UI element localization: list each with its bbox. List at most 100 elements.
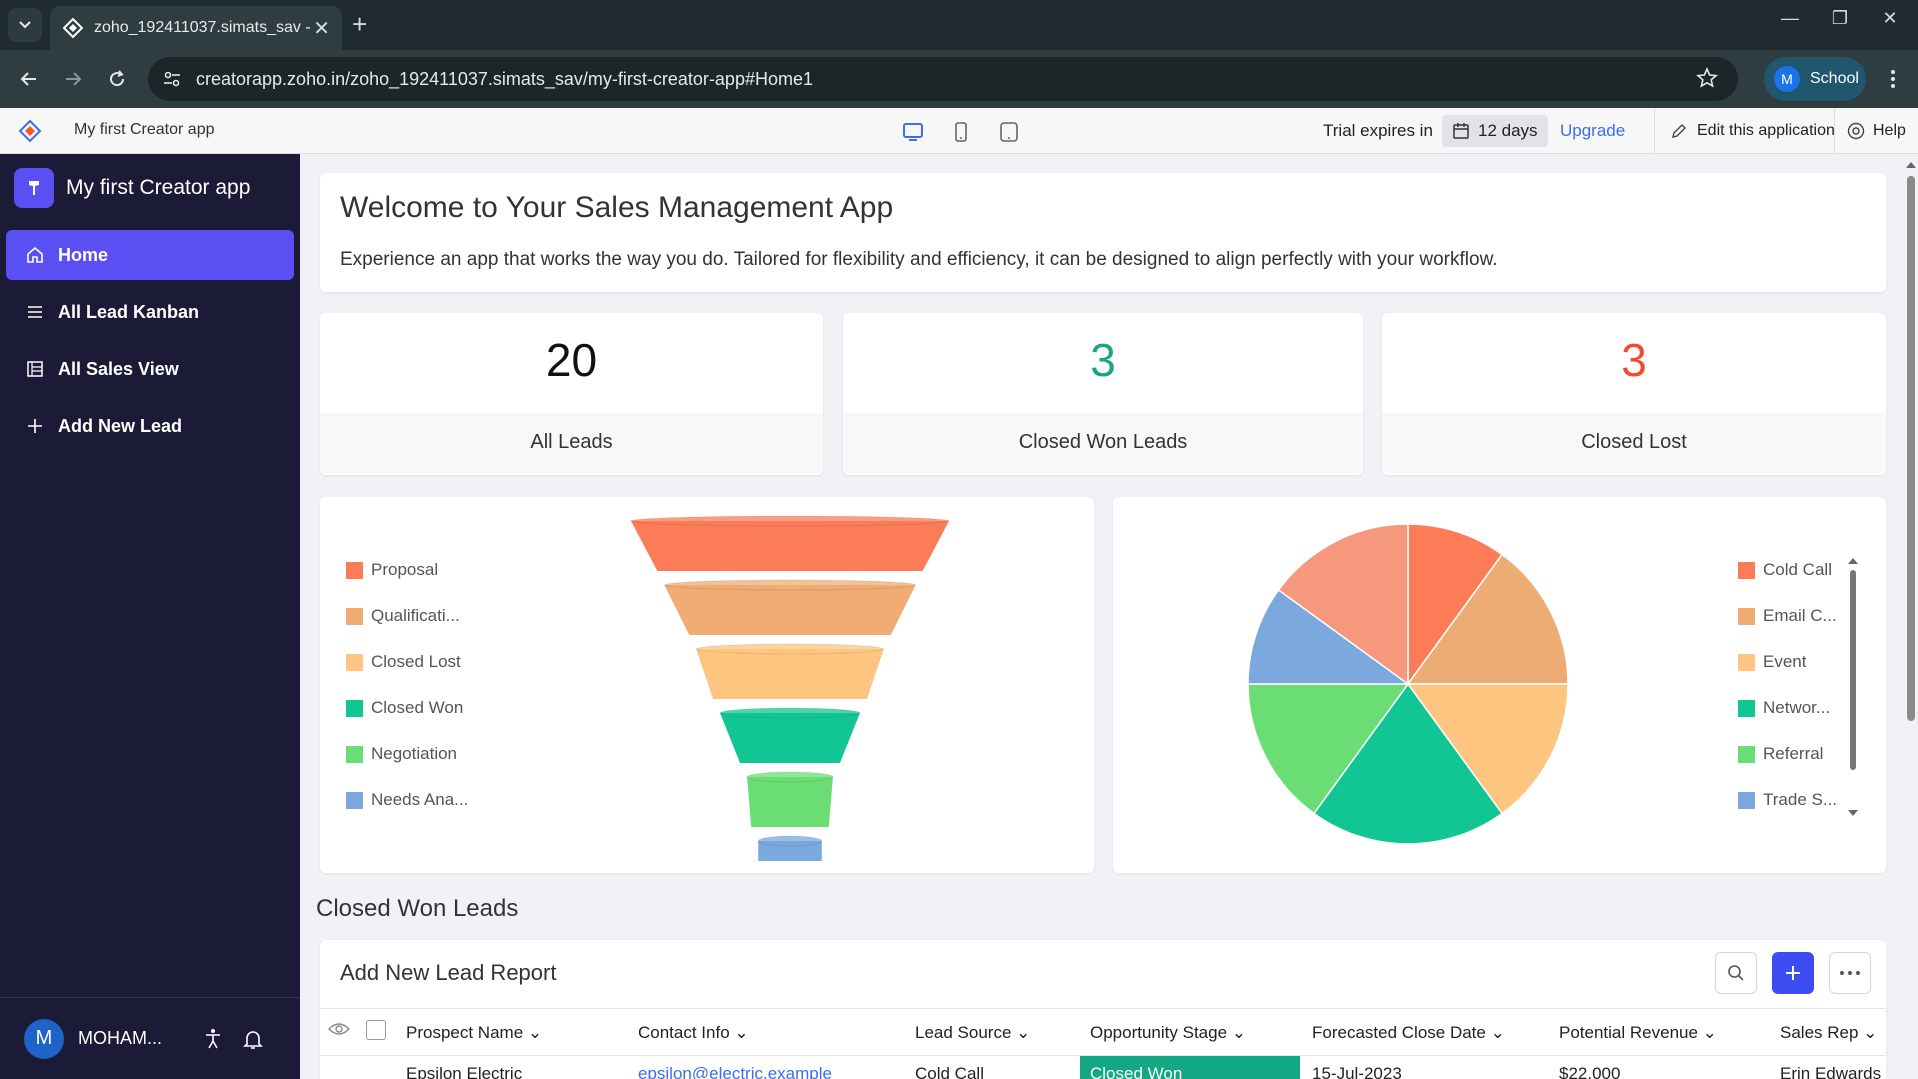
legend-item[interactable]: Referral <box>1738 731 1837 777</box>
kpi-card-closed-lost[interactable]: 3 Closed Lost <box>1382 313 1886 475</box>
site-settings-icon[interactable] <box>162 69 182 89</box>
cell-source: Cold Call <box>915 1064 984 1079</box>
sheet-icon <box>27 361 43 377</box>
sidebar-item-home[interactable]: Home <box>6 230 294 280</box>
legend-item[interactable]: Needs Ana... <box>346 777 468 823</box>
cell-close-date: 15-Jul-2023 <box>1312 1064 1402 1079</box>
close-window-icon[interactable]: ✕ <box>1870 8 1910 29</box>
funnel-segment[interactable] <box>630 515 950 571</box>
back-arrow-icon <box>20 72 36 86</box>
user-name[interactable]: MOHAM... <box>78 1028 188 1049</box>
help-label: Help <box>1873 121 1906 139</box>
browser-menu-button[interactable] <box>1880 64 1906 94</box>
legend-item[interactable]: Trade S... <box>1738 777 1837 823</box>
trial-days-text: 12 days <box>1478 121 1538 140</box>
report-more-button[interactable] <box>1829 952 1871 994</box>
desktop-view-button[interactable] <box>899 118 927 146</box>
column-header[interactable]: Potential Revenue ⌄ <box>1559 1023 1717 1043</box>
column-header[interactable]: Contact Info ⌄ <box>638 1023 749 1043</box>
legend-item[interactable]: Qualificati... <box>346 593 468 639</box>
sidebar-item-label: All Sales View <box>58 358 179 379</box>
browser-tab[interactable]: zoho_192411037.simats_sav - Zoho Creator… <box>50 6 342 50</box>
legend-item[interactable]: Closed Lost <box>346 639 468 685</box>
plus-icon <box>1786 966 1800 980</box>
tab-title: zoho_192411037.simats_sav - Zoho Creator <box>93 19 313 36</box>
legend-item[interactable]: Cold Call <box>1738 547 1837 593</box>
reload-button[interactable] <box>102 64 132 94</box>
notification-bell-icon[interactable] <box>238 1028 268 1050</box>
kpi-value: 3 <box>1090 334 1116 386</box>
sidebar-item-add-new-lead[interactable]: Add New Lead <box>6 401 294 451</box>
chevron-down-icon: ⌄ <box>1702 1023 1717 1042</box>
legend-item[interactable]: Networ... <box>1738 685 1837 731</box>
report-search-button[interactable] <box>1715 952 1757 994</box>
column-header[interactable]: Opportunity Stage ⌄ <box>1090 1023 1246 1043</box>
url-text: creatorapp.zoho.in/zoho_192411037.simats… <box>196 68 813 89</box>
legend-item[interactable]: Negotiation <box>346 731 468 777</box>
cell-revenue: $22,000 <box>1559 1064 1621 1079</box>
pie-legend: Cold Call Email C... Event Networ... Ref… <box>1738 547 1837 823</box>
chevron-down-icon: ⌄ <box>1863 1023 1878 1042</box>
legend-item[interactable]: Closed Won <box>346 685 468 731</box>
close-tab-icon[interactable]: ✕ <box>313 16 330 41</box>
column-header[interactable]: Prospect Name ⌄ <box>406 1023 542 1043</box>
chevron-down-icon: ⌄ <box>527 1023 543 1042</box>
funnel-chart <box>630 515 950 861</box>
upgrade-link[interactable]: Upgrade <box>1560 121 1625 141</box>
restore-icon[interactable]: ❐ <box>1820 8 1860 29</box>
legend-scrollbar[interactable] <box>1847 552 1859 822</box>
sidebar-brand[interactable]: My first Creator app <box>14 168 250 208</box>
kpi-value: 20 <box>545 334 598 386</box>
column-header[interactable]: Sales Rep ⌄ <box>1780 1023 1877 1043</box>
kpi-label: Closed Lost <box>1581 431 1687 453</box>
browser-tab-bar: zoho_192411037.simats_sav - Zoho Creator… <box>0 0 1918 50</box>
home-icon <box>27 246 43 263</box>
kpi-card-closed-won[interactable]: 3 Closed Won Leads <box>843 313 1363 475</box>
kanban-icon <box>28 306 42 318</box>
mobile-view-button[interactable] <box>947 118 975 146</box>
funnel-segment[interactable] <box>695 643 885 699</box>
table-header: Prospect Name ⌄ Contact Info ⌄ Lead Sour… <box>320 1008 1886 1056</box>
tablet-icon <box>1000 122 1018 142</box>
funnel-segment[interactable] <box>746 771 834 827</box>
tab-search-button[interactable] <box>8 8 42 42</box>
minimize-icon[interactable]: — <box>1770 8 1810 29</box>
chevron-down-icon: ⌄ <box>1016 1023 1031 1042</box>
cell-contact-link[interactable]: epsilon@electric.example <box>638 1064 832 1079</box>
tablet-view-button[interactable] <box>995 118 1023 146</box>
cell-prospect: Epsilon Electric <box>406 1064 523 1079</box>
new-tab-button[interactable]: + <box>352 10 367 38</box>
user-avatar[interactable]: M <box>24 1018 64 1059</box>
profile-button[interactable]: M School <box>1764 57 1866 101</box>
edit-application-label: Edit this application <box>1697 121 1835 139</box>
column-header[interactable]: Forecasted Close Date ⌄ <box>1312 1023 1505 1043</box>
eye-icon[interactable] <box>328 1021 350 1037</box>
funnel-segment[interactable] <box>757 835 823 861</box>
back-button[interactable] <box>14 64 44 94</box>
sidebar-item-all-lead-kanban[interactable]: All Lead Kanban <box>6 287 294 337</box>
funnel-segment[interactable] <box>663 579 917 635</box>
sidebar-item-all-sales-view[interactable]: All Sales View <box>6 344 294 394</box>
kpi-card-all-leads[interactable]: 20 All Leads <box>320 313 823 475</box>
legend-item[interactable]: Event <box>1738 639 1837 685</box>
welcome-title: Welcome to Your Sales Management App <box>340 191 894 224</box>
bookmark-star-icon[interactable] <box>1696 67 1718 89</box>
edit-application-button[interactable]: Edit this application <box>1654 108 1835 153</box>
forward-button[interactable] <box>58 64 88 94</box>
zoho-creator-logo-icon[interactable] <box>18 119 42 143</box>
address-bar[interactable]: creatorapp.zoho.in/zoho_192411037.simats… <box>148 57 1738 101</box>
help-button[interactable]: Help <box>1834 108 1906 153</box>
select-all-checkbox[interactable] <box>366 1020 386 1040</box>
forward-arrow-icon <box>66 72 82 86</box>
legend-item[interactable]: Proposal <box>346 547 468 593</box>
reload-icon <box>110 70 125 87</box>
app-brand-icon <box>14 168 54 208</box>
report-add-button[interactable] <box>1772 952 1814 994</box>
sidebar-item-label: Home <box>58 244 109 265</box>
column-header[interactable]: Lead Source ⌄ <box>915 1023 1030 1043</box>
legend-item[interactable]: Email C... <box>1738 593 1837 639</box>
accessibility-icon[interactable] <box>198 1028 228 1050</box>
page-scrollbar[interactable] <box>1904 154 1918 1079</box>
welcome-subtitle: Experience an app that works the way you… <box>340 249 1498 270</box>
funnel-segment[interactable] <box>719 707 861 763</box>
